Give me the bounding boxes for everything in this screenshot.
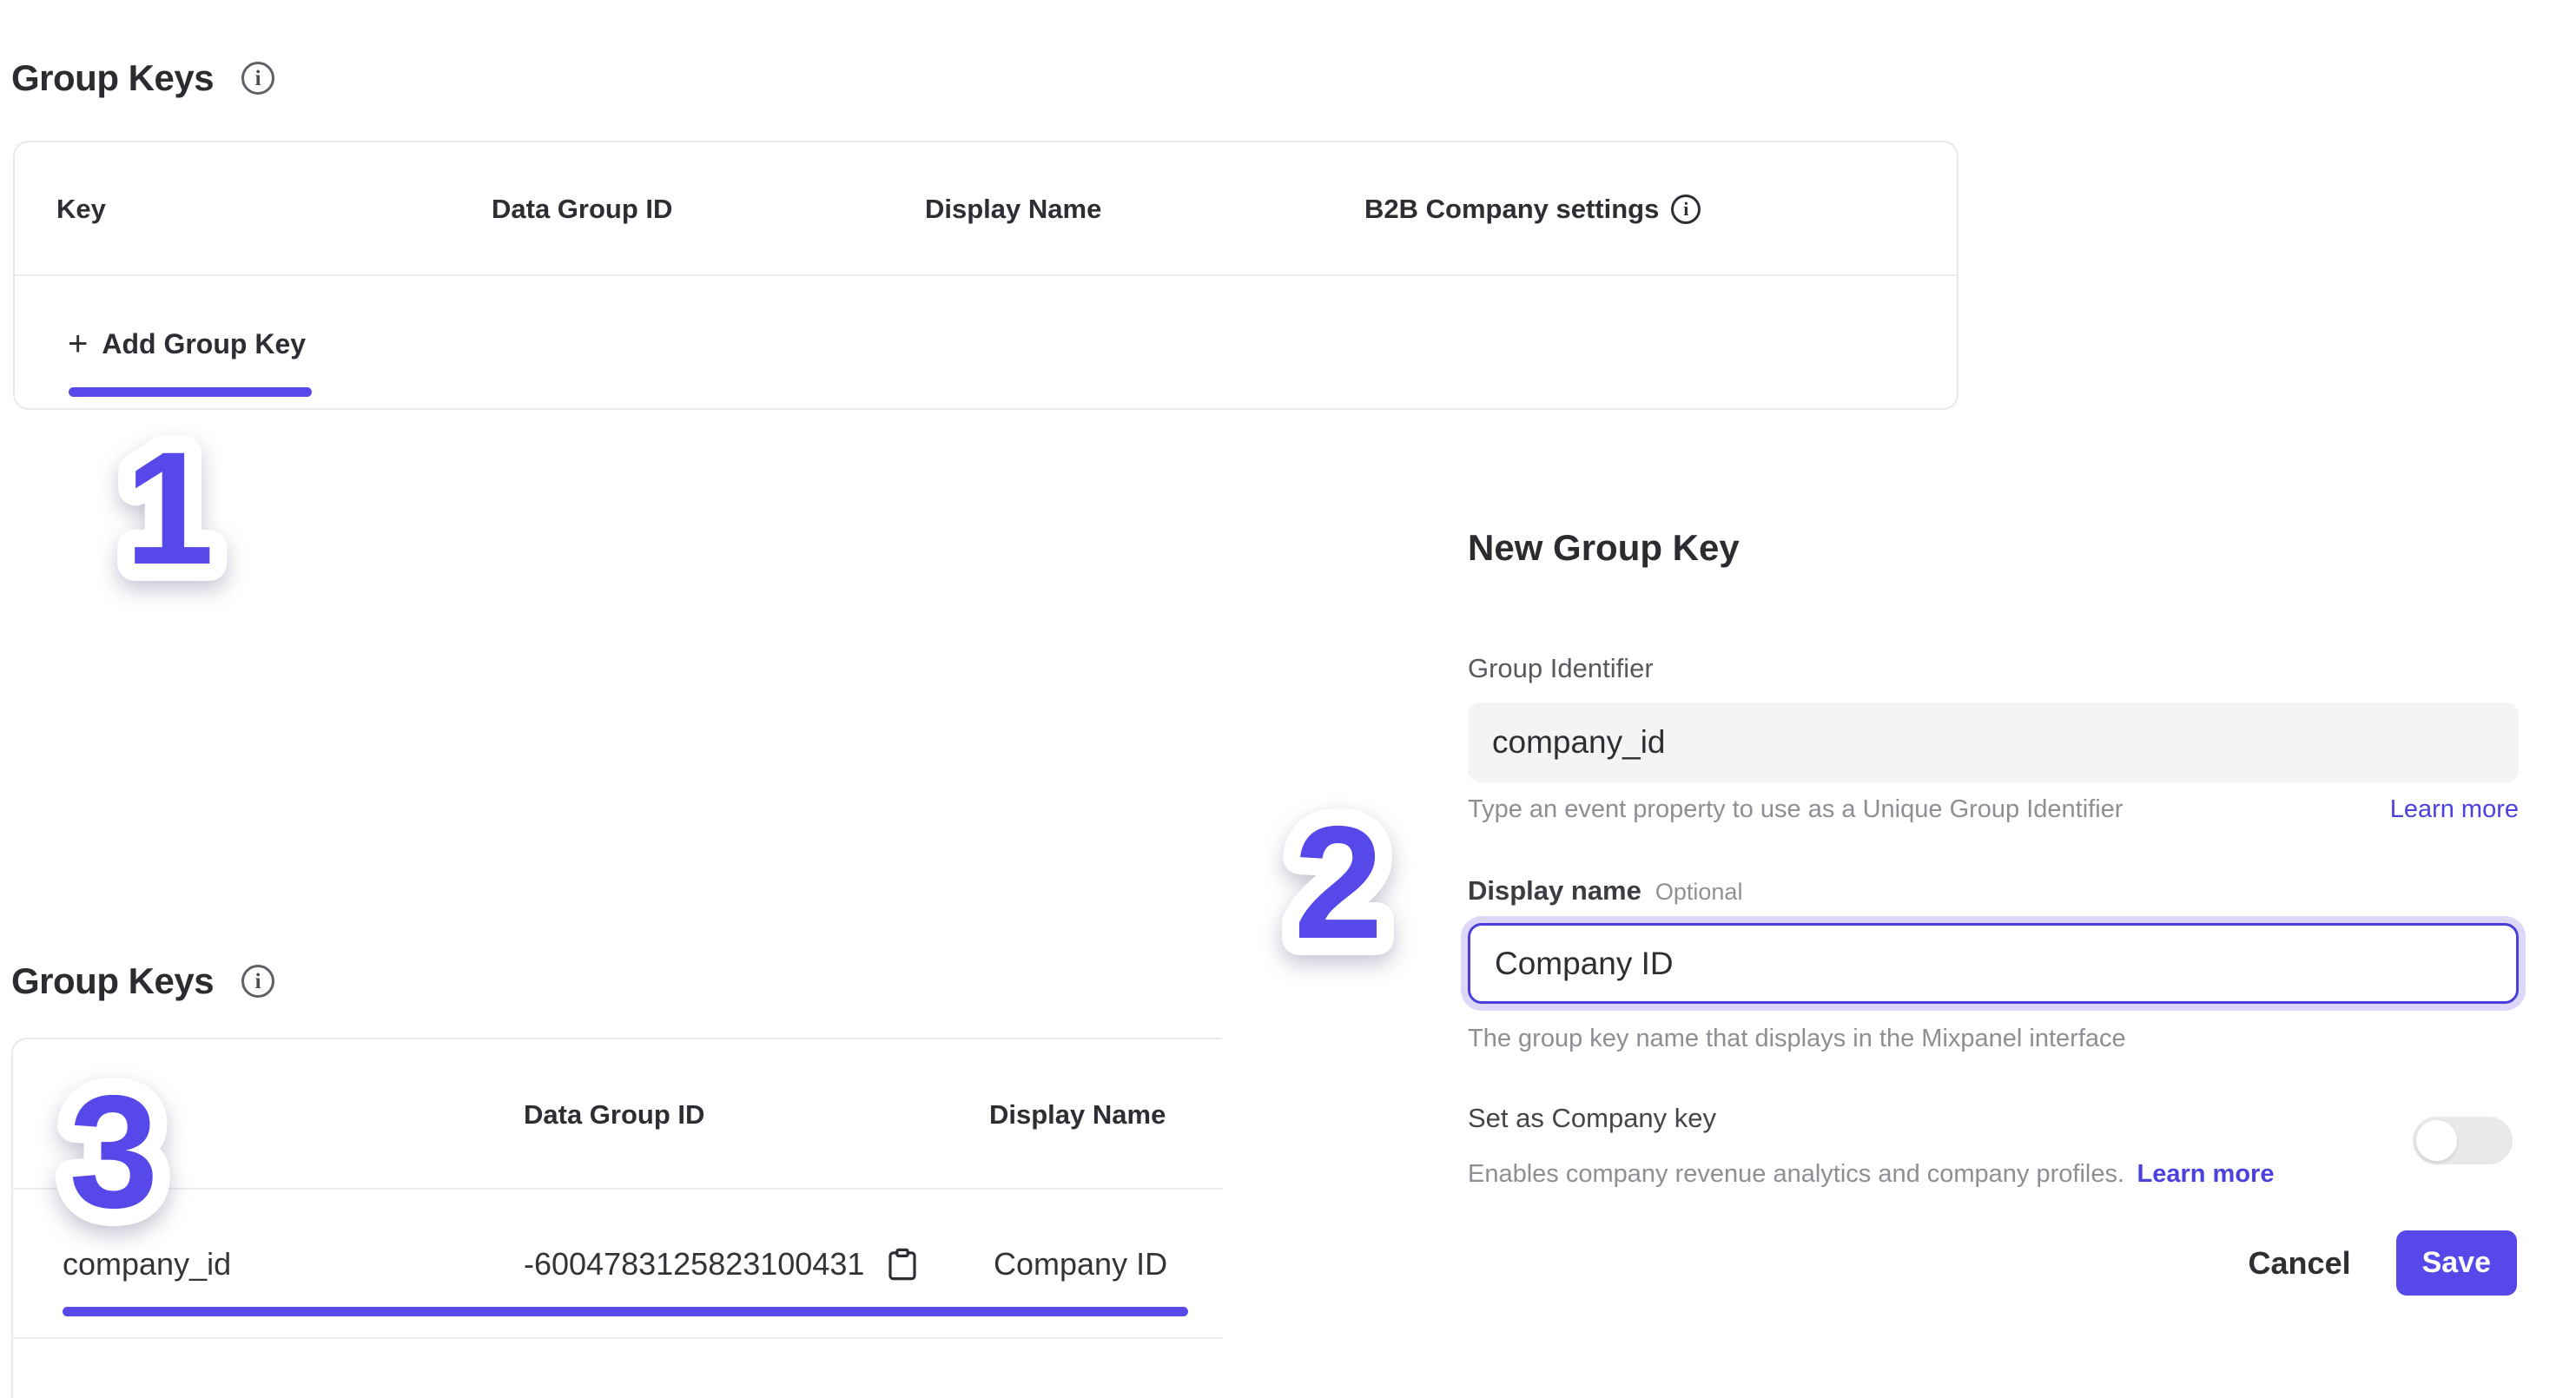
plus-icon: + <box>68 326 88 361</box>
column-header-display-name: Display Name <box>989 1039 1166 1190</box>
group-identifier-label: Group Identifier <box>1468 653 1654 684</box>
column-header-key: Key <box>56 142 106 276</box>
info-icon[interactable]: i <box>241 965 274 998</box>
learn-more-link[interactable]: Learn more <box>2390 795 2519 824</box>
display-name-input[interactable] <box>1468 923 2519 1004</box>
display-name-label: Display name <box>1468 875 1641 907</box>
learn-more-link[interactable]: Learn more <box>2137 1160 2275 1188</box>
step-1-badge: 1 <box>56 399 282 607</box>
info-icon-glyph: i <box>255 971 261 992</box>
company-key-helper: Enables company revenue analytics and co… <box>1468 1160 2124 1188</box>
company-key-toggle[interactable] <box>2413 1117 2513 1164</box>
info-icon[interactable]: i <box>241 62 274 95</box>
svg-text:2: 2 <box>1294 794 1384 973</box>
display-name-helper: The group key name that displays in the … <box>1468 1025 2126 1053</box>
column-header-b2b-settings: B2B Company settings i <box>1364 142 1701 276</box>
info-icon[interactable]: i <box>1671 195 1701 224</box>
step-2-badge: 2 <box>1225 773 1451 981</box>
form-title: New Group Key <box>1468 527 1740 569</box>
info-icon-glyph: i <box>255 68 261 89</box>
group-keys-tutorial-page: { "colors": { "accent": "#5748E9", "link… <box>0 0 2576 1398</box>
info-icon-glyph: i <box>1683 200 1688 219</box>
toggle-knob <box>2416 1120 2457 1161</box>
company-key-label: Set as Company key <box>1468 1103 1716 1134</box>
svg-text:1: 1 <box>125 419 215 598</box>
column-header-display-name: Display Name <box>925 142 1101 276</box>
optional-tag: Optional <box>1655 879 1743 906</box>
save-button[interactable]: Save <box>2396 1230 2517 1296</box>
group-identifier-helper: Type an event property to use as a Uniqu… <box>1468 795 2123 824</box>
table-header-row: Key Data Group ID Display Name B2B Compa… <box>15 142 1957 276</box>
add-group-key-label: Add Group Key <box>102 328 306 360</box>
b2b-settings-label: B2B Company settings <box>1364 194 1659 225</box>
copy-icon <box>884 1243 921 1285</box>
step-3-badge: 3 <box>1 1042 227 1250</box>
highlight-underline-row <box>63 1307 1188 1316</box>
cell-display-name: Company ID <box>994 1190 1167 1339</box>
group-keys-heading: Group Keys <box>11 57 214 99</box>
column-header-data-group-id: Data Group ID <box>492 142 672 276</box>
group-keys-heading: Group Keys <box>11 960 214 1002</box>
group-keys-table-card: Key Data Group ID Display Name B2B Compa… <box>13 141 1958 410</box>
copy-button[interactable] <box>884 1190 921 1339</box>
cancel-button[interactable]: Cancel <box>2249 1245 2351 1282</box>
column-header-data-group-id: Data Group ID <box>524 1039 704 1190</box>
highlight-underline-add-button <box>69 387 312 397</box>
group-identifier-input[interactable] <box>1468 702 2519 782</box>
svg-text:3: 3 <box>69 1063 159 1242</box>
cell-data-group-id: -6004783125823100431 <box>524 1190 864 1339</box>
